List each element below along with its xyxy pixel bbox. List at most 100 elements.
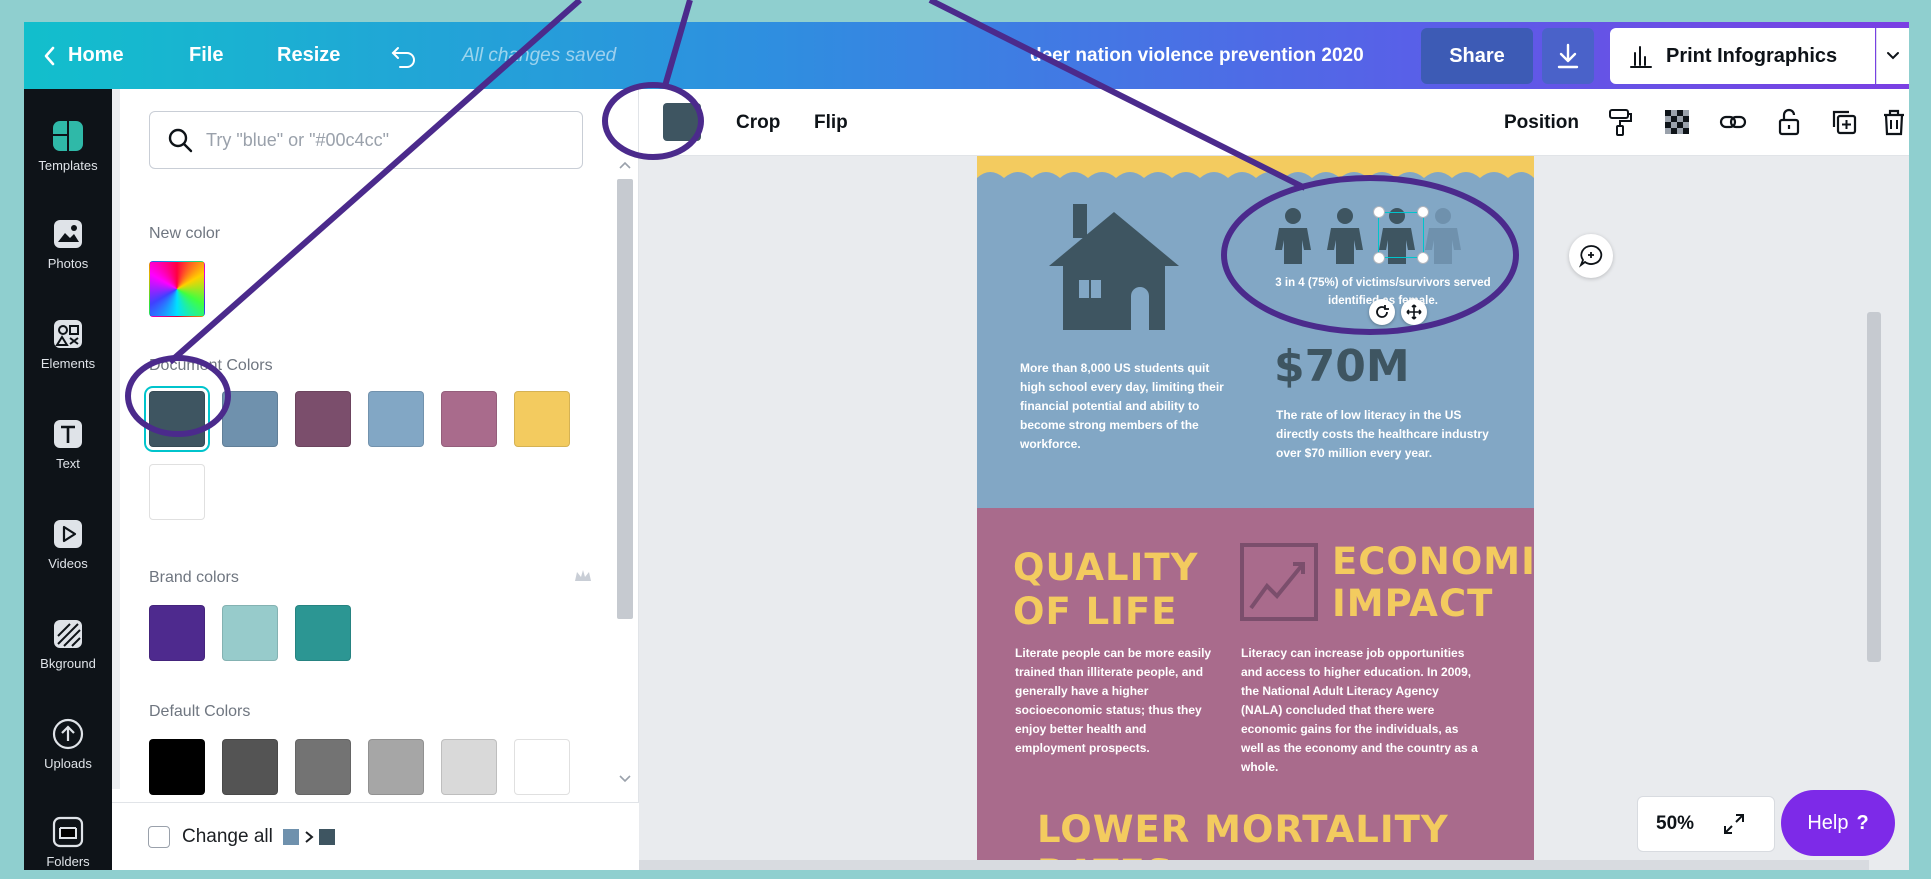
paint-roller-icon[interactable] [1605, 107, 1635, 137]
resize-handle[interactable] [1373, 252, 1385, 264]
rail-elements[interactable]: Elements [24, 299, 112, 389]
flip-button[interactable]: Flip [814, 89, 848, 156]
share-button[interactable]: Share [1421, 28, 1533, 84]
comment-icon [1578, 245, 1603, 268]
color-swatch[interactable] [149, 739, 205, 795]
canva-editor-window: Home File Resize All changes saved deer … [24, 22, 1909, 870]
photos-icon [54, 219, 82, 248]
crown-icon [575, 570, 591, 581]
crop-button[interactable]: Crop [736, 89, 780, 156]
fullscreen-icon[interactable] [1722, 812, 1746, 836]
rail-label: Photos [47, 255, 89, 271]
rail-templates[interactable]: Templates [24, 101, 112, 191]
link-icon[interactable] [1718, 107, 1748, 137]
download-button[interactable] [1542, 28, 1594, 84]
help-button[interactable]: Help ? [1781, 790, 1895, 856]
economic-title-2: IMPACT [1332, 582, 1494, 625]
rail-text[interactable]: Text [24, 399, 112, 489]
color-swatch[interactable] [514, 739, 570, 795]
bar-chart-icon [1630, 46, 1652, 68]
rail-label: Uploads [44, 755, 92, 771]
rail-folders[interactable]: Folders [24, 797, 112, 870]
color-swatch[interactable] [222, 605, 278, 661]
color-swatch[interactable] [149, 605, 205, 661]
scroll-up-icon[interactable] [617, 159, 633, 171]
color-swatch[interactable] [368, 739, 424, 795]
brand-colors-label: Brand colors [149, 569, 239, 586]
rotate-handle[interactable] [1369, 299, 1395, 325]
move-icon [1406, 304, 1422, 320]
rail-photos[interactable]: Photos [24, 199, 112, 289]
color-swatch[interactable] [368, 391, 424, 447]
color-swatch[interactable] [441, 739, 497, 795]
color-swatch[interactable] [514, 391, 570, 447]
transparency-icon[interactable] [1662, 107, 1692, 137]
chevron-right-icon [305, 830, 314, 843]
help-label: Help [1807, 811, 1849, 834]
duplicate-icon[interactable] [1829, 107, 1859, 137]
resize-handle[interactable] [1373, 206, 1385, 218]
rail-label: Text [56, 455, 80, 471]
color-swatch[interactable] [441, 391, 497, 447]
unlock-icon[interactable] [1774, 107, 1804, 137]
chevron-down-icon [1887, 52, 1899, 60]
undo-button[interactable] [390, 22, 418, 89]
rail-background[interactable]: Bkground [24, 599, 112, 689]
folders-icon [52, 816, 84, 847]
color-swatch[interactable] [149, 391, 205, 447]
chevron-left-icon [44, 46, 55, 65]
undo-icon [391, 46, 415, 68]
panel-scrollbar-thumb[interactable] [617, 179, 633, 619]
people-icons[interactable] [1271, 206, 1461, 268]
uploads-icon [52, 718, 84, 749]
rail-uploads[interactable]: Uploads [24, 699, 112, 789]
change-all-checkbox[interactable] [148, 825, 170, 848]
color-search-input[interactable]: Try "blue" or "#00c4cc" [149, 111, 583, 169]
selection-box[interactable] [1378, 212, 1424, 258]
panel-edge [112, 89, 120, 789]
color-panel: Try "blue" or "#00c4cc" New color Docume… [112, 89, 639, 870]
quality-title-2: OF LIFE [1013, 590, 1178, 633]
rail-label: Templates [38, 157, 98, 173]
print-infographics-button[interactable]: Print Infographics [1610, 28, 1875, 84]
scallop-border-top [977, 172, 1534, 194]
background-icon [54, 619, 82, 648]
resize-handle[interactable] [1417, 206, 1429, 218]
home-label: Home [68, 44, 124, 66]
cost-text: The rate of low literacy in the US direc… [1276, 408, 1489, 460]
help-question-mark: ? [1856, 811, 1869, 834]
rail-label: Elements [40, 355, 96, 371]
download-icon [1557, 43, 1579, 69]
resize-menu[interactable]: Resize [277, 22, 340, 89]
rail-videos[interactable]: Videos [24, 499, 112, 589]
position-button[interactable]: Position [1504, 89, 1579, 156]
fill-color-button[interactable] [663, 103, 701, 141]
zoom-control[interactable]: 50% [1637, 796, 1775, 852]
search-placeholder: Try "blue" or "#00c4cc" [206, 129, 389, 150]
change-all-row[interactable]: Change all [112, 802, 639, 870]
move-handle[interactable] [1401, 299, 1427, 325]
document-title[interactable]: deer nation violence prevention 2020 [1030, 22, 1364, 89]
canvas-horizontal-scrollbar[interactable] [639, 860, 1869, 870]
color-swatch[interactable] [222, 391, 278, 447]
file-menu[interactable]: File [189, 22, 223, 89]
templates-icon [53, 120, 83, 151]
trash-icon[interactable] [1879, 107, 1909, 137]
color-swatch[interactable] [222, 739, 278, 795]
canvas-scrollbar-thumb[interactable] [1867, 312, 1881, 662]
home-button[interactable]: Home [42, 22, 124, 89]
search-icon [168, 128, 193, 153]
house-icon [1049, 204, 1179, 330]
resize-handle[interactable] [1417, 252, 1429, 264]
infographic-page[interactable]: 3 in 4 (75%) of victims/survivors served… [977, 156, 1534, 870]
color-swatch[interactable] [295, 739, 351, 795]
scallop-border-middle [977, 486, 1534, 508]
color-swatch[interactable] [295, 605, 351, 661]
color-swatch[interactable] [295, 391, 351, 447]
print-options-dropdown[interactable] [1876, 28, 1909, 84]
scroll-down-icon[interactable] [617, 773, 633, 785]
color-swatch[interactable] [149, 464, 205, 520]
new-color-label: New color [149, 225, 221, 242]
add-comment-button[interactable] [1569, 234, 1613, 278]
new-color-swatch[interactable] [149, 261, 205, 317]
